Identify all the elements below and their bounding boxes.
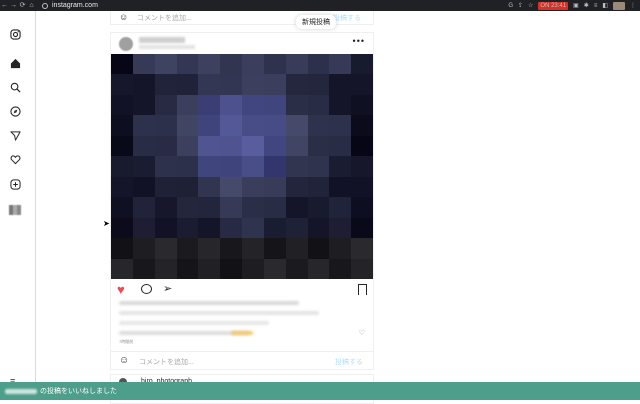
puzzle-extension-icon[interactable]: ✱ xyxy=(584,2,589,9)
post-actions: ♥ ➢ xyxy=(111,283,373,297)
search-icon[interactable] xyxy=(8,80,22,94)
post-author-name-blurred[interactable] xyxy=(139,37,185,43)
star-bookmark-icon[interactable]: ☆ xyxy=(528,2,533,9)
profile-avatar[interactable] xyxy=(613,1,625,10)
explore-compass-icon[interactable] xyxy=(8,104,22,118)
extensions-area: G ⇪ ☆ ON 23:41 ▣ ✱ ≡ ◧ ⋮ xyxy=(508,1,640,10)
lock-icon[interactable] xyxy=(42,2,48,9)
like-notification-toast: の投稿をいいねしました xyxy=(0,382,640,400)
share-page-icon[interactable]: ⇪ xyxy=(518,2,523,9)
comment-like-heart-icon[interactable]: ♡ xyxy=(359,329,365,337)
comment-icon[interactable] xyxy=(141,284,152,294)
google-icon[interactable]: G xyxy=(508,3,513,9)
share-send-icon[interactable]: ➢ xyxy=(163,282,172,295)
post-location-blurred xyxy=(139,45,195,49)
reload-icon[interactable]: ⟳ xyxy=(18,0,27,11)
emoji-icon[interactable]: ☺ xyxy=(119,12,128,22)
comment-emoji-blurred xyxy=(231,331,253,335)
new-post-tooltip: 新規投稿 xyxy=(296,15,336,29)
caption-line2-blurred xyxy=(119,321,269,325)
feed-post: ••• ♥ ➢ ♡ 7時間前 ☺ コメントを追加... 投稿する xyxy=(110,32,374,370)
browser-toolbar: ← → ⟳ ⌂ instagram.com G ⇪ ☆ ON 23:41 ▣ ✱… xyxy=(0,0,640,11)
comment-blurred xyxy=(119,331,249,335)
toast-message: の投稿をいいねしました xyxy=(40,388,117,395)
profile-avatar-icon[interactable] xyxy=(8,203,22,217)
post-comment-button[interactable]: 投稿する xyxy=(335,357,363,367)
home-browser-icon[interactable]: ⌂ xyxy=(27,0,36,11)
post-author-avatar[interactable] xyxy=(119,37,133,51)
back-arrow-icon[interactable]: ← xyxy=(0,0,9,11)
toast-username-blurred xyxy=(5,388,37,394)
create-plus-icon[interactable] xyxy=(8,177,22,191)
messages-send-icon[interactable] xyxy=(8,128,22,142)
more-options-icon[interactable]: ••• xyxy=(353,36,365,46)
mouse-cursor-icon: ➤ xyxy=(103,219,110,228)
save-bookmark-icon[interactable] xyxy=(358,284,367,295)
media-icon[interactable]: ≡ xyxy=(594,3,598,9)
caption-blurred xyxy=(119,311,319,315)
likes-blurred xyxy=(119,301,299,305)
notifications-heart-icon[interactable] xyxy=(8,152,22,166)
sidepanel-icon[interactable]: ◧ xyxy=(602,2,608,9)
forward-arrow-icon[interactable]: → xyxy=(9,0,18,11)
instagram-logo-icon[interactable] xyxy=(8,27,22,41)
like-heart-icon[interactable]: ♥ xyxy=(117,283,125,296)
kebab-menu-icon[interactable]: ⋮ xyxy=(630,2,636,9)
comment-input[interactable]: コメントを追加... xyxy=(137,13,192,23)
extension-square-icon[interactable]: ▣ xyxy=(573,2,579,9)
post-comment-button[interactable]: 投稿する xyxy=(333,13,361,23)
pixelated-photo xyxy=(111,54,373,279)
left-sidebar: ≡ xyxy=(0,11,36,400)
emoji-icon[interactable]: ☺ xyxy=(119,355,129,366)
comment-input[interactable]: コメントを追加... xyxy=(139,357,194,367)
home-icon[interactable] xyxy=(8,56,22,70)
extension-badge[interactable]: ON 23:41 xyxy=(538,1,569,10)
post-time: 7時間前 xyxy=(119,339,134,344)
comment-row: ☺ コメントを追加... 投稿する xyxy=(111,351,373,369)
address-bar-url[interactable]: instagram.com xyxy=(52,2,98,9)
post-image[interactable] xyxy=(111,54,373,279)
